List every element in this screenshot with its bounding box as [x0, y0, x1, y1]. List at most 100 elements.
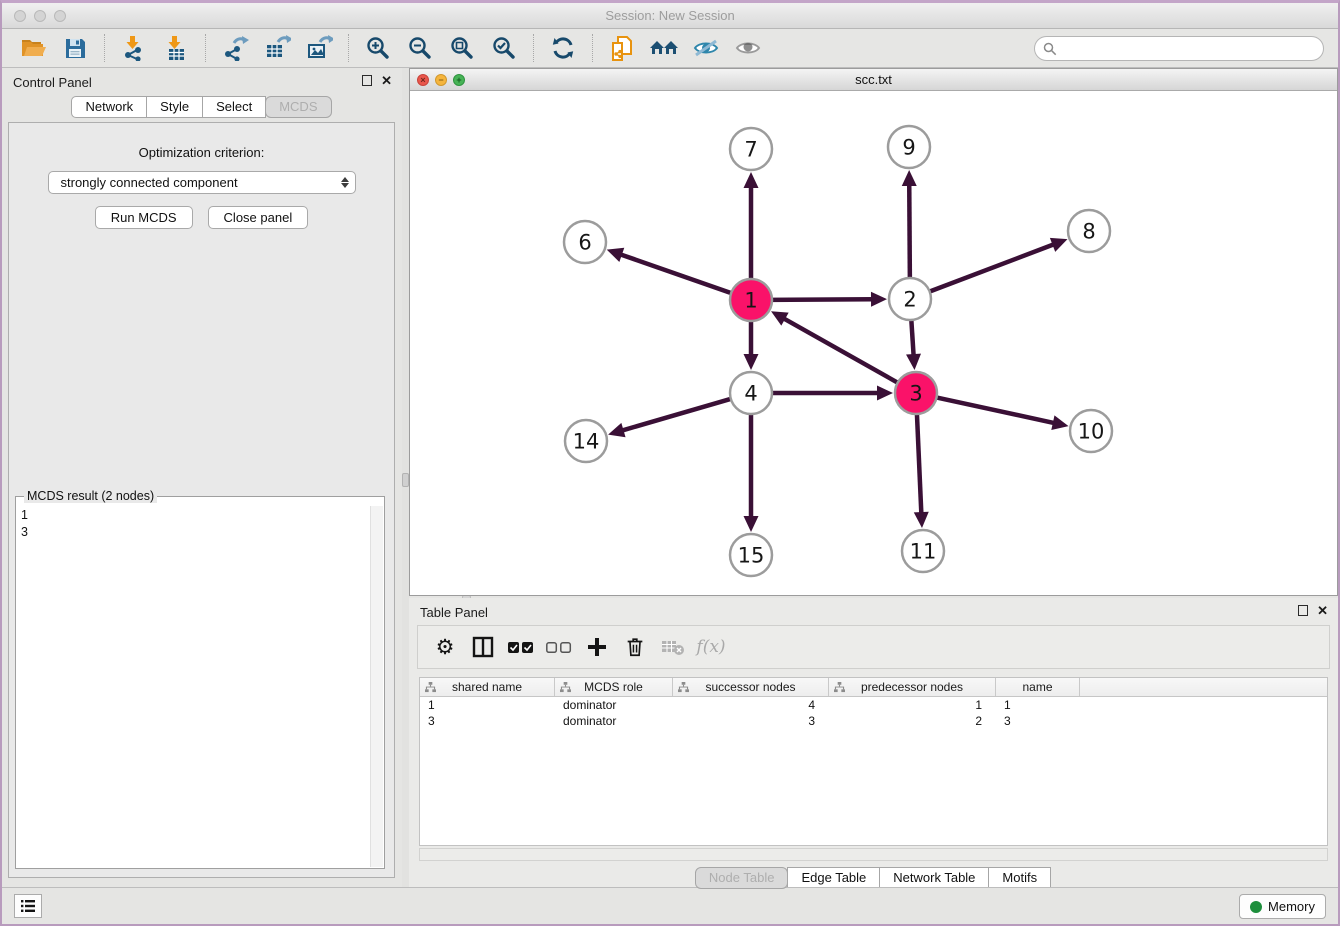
graph-edge-3-1[interactable]: [771, 311, 899, 383]
graph-node-10[interactable]: 10: [1070, 410, 1112, 452]
graph-node-8[interactable]: 8: [1068, 210, 1110, 252]
table-cell[interactable]: 3: [673, 713, 829, 729]
network-canvas[interactable]: 7 9 6 8 1 2 4 3 14 10 15 11: [410, 91, 1337, 595]
float-panel-icon[interactable]: [362, 75, 372, 86]
graph-node-4[interactable]: 4: [730, 372, 772, 414]
refresh-icon[interactable]: [545, 31, 581, 65]
save-session-icon[interactable]: [57, 31, 93, 65]
graph-node-15[interactable]: 15: [730, 534, 772, 576]
graph-edge-2-9[interactable]: [902, 170, 917, 280]
column-header-name[interactable]: name: [996, 678, 1080, 696]
graph-edge-1-6[interactable]: [607, 248, 733, 294]
graph-node-3[interactable]: 3: [895, 372, 937, 414]
vertical-split-grip[interactable]: [402, 473, 409, 487]
add-column-icon[interactable]: [580, 630, 614, 664]
zoom-in-icon[interactable]: [360, 31, 396, 65]
task-history-button[interactable]: [14, 894, 42, 918]
main-toolbar: [2, 29, 1338, 68]
tab-edge-table[interactable]: Edge Table: [787, 867, 880, 889]
window-title: Session: New Session: [2, 8, 1338, 23]
import-table-icon[interactable]: [158, 31, 194, 65]
graph-edge-1-2[interactable]: [770, 292, 887, 307]
graph-edge-2-8[interactable]: [928, 238, 1068, 292]
tab-node-table[interactable]: Node Table: [695, 867, 789, 889]
table-cell[interactable]: 3: [996, 713, 1080, 729]
optimization-criterion-select[interactable]: strongly connected component: [48, 171, 356, 194]
table-cell[interactable]: dominator: [555, 697, 673, 713]
export-table-icon[interactable]: [259, 31, 295, 65]
svg-text:15: 15: [738, 544, 765, 568]
column-header-MCDS-role[interactable]: MCDS role: [555, 678, 673, 696]
export-image-icon[interactable]: [301, 31, 337, 65]
function-builder-icon-disabled: f(x): [694, 630, 728, 664]
graph-edge-4-3[interactable]: [770, 386, 893, 401]
column-header-predecessor-nodes[interactable]: predecessor nodes: [829, 678, 996, 696]
float-panel-icon[interactable]: [1298, 605, 1308, 616]
table-settings-gear-icon[interactable]: ⚙: [428, 630, 462, 664]
table-cell[interactable]: 1: [996, 697, 1080, 713]
table-row[interactable]: 3dominator323: [420, 713, 1327, 729]
tab-network[interactable]: Network: [71, 96, 147, 118]
tab-motifs[interactable]: Motifs: [988, 867, 1051, 889]
tab-network-table[interactable]: Network Table: [879, 867, 989, 889]
svg-text:3: 3: [909, 382, 922, 406]
first-neighbors-icon[interactable]: [646, 31, 682, 65]
deselect-all-icon[interactable]: [542, 630, 576, 664]
mcds-result-list[interactable]: 13: [18, 507, 370, 866]
table-cell[interactable]: 1: [420, 697, 555, 713]
memory-button[interactable]: Memory: [1239, 894, 1326, 919]
graph-edge-2-3[interactable]: [906, 318, 921, 370]
table-cell[interactable]: 4: [673, 697, 829, 713]
run-mcds-button[interactable]: Run MCDS: [95, 206, 193, 229]
result-line: 1: [21, 507, 370, 524]
graph-node-1[interactable]: 1: [730, 279, 772, 321]
zoom-selected-icon[interactable]: [486, 31, 522, 65]
close-panel-icon[interactable]: ✕: [381, 75, 392, 86]
zoom-out-icon[interactable]: [402, 31, 438, 65]
svg-text:2: 2: [903, 288, 916, 312]
select-all-icon[interactable]: [504, 630, 538, 664]
tab-style[interactable]: Style: [146, 96, 203, 118]
search-input[interactable]: [1062, 42, 1315, 56]
delete-column-trash-icon[interactable]: [618, 630, 652, 664]
table-cell[interactable]: 3: [420, 713, 555, 729]
vertical-split-divider[interactable]: [402, 68, 409, 887]
toolbar-separator: [533, 34, 534, 62]
search-box[interactable]: [1034, 36, 1324, 61]
graph-edge-1-7[interactable]: [744, 172, 759, 281]
hide-selected-eye-icon[interactable]: [688, 31, 724, 65]
graph-node-7[interactable]: 7: [730, 128, 772, 170]
column-header-successor-nodes[interactable]: successor nodes: [673, 678, 829, 696]
show-all-eye-icon[interactable]: [730, 31, 766, 65]
graph-node-14[interactable]: 14: [565, 420, 607, 462]
selected-criterion: strongly connected component: [61, 175, 341, 190]
export-network-icon[interactable]: [217, 31, 253, 65]
zoom-fit-icon[interactable]: [444, 31, 480, 65]
graph-edge-1-4[interactable]: [744, 319, 759, 370]
duplicate-network-icon[interactable]: [604, 31, 640, 65]
open-file-icon[interactable]: [15, 31, 51, 65]
tab-select[interactable]: Select: [202, 96, 266, 118]
result-scrollbar[interactable]: [370, 506, 383, 867]
table-cell[interactable]: dominator: [555, 713, 673, 729]
graph-edge-3-10[interactable]: [935, 397, 1069, 430]
close-panel-icon[interactable]: ✕: [1317, 605, 1328, 616]
import-network-icon[interactable]: [116, 31, 152, 65]
tab-mcds[interactable]: MCDS: [265, 96, 331, 118]
show-columns-icon[interactable]: [466, 630, 500, 664]
table-horizontal-scrollbar[interactable]: [419, 848, 1328, 861]
graph-edge-4-14[interactable]: [608, 398, 733, 437]
memory-status-icon: [1250, 901, 1262, 913]
graph-edge-4-15[interactable]: [744, 412, 759, 532]
column-header-shared-name[interactable]: shared name: [420, 678, 555, 696]
graph-node-9[interactable]: 9: [888, 126, 930, 168]
graph-edge-3-11[interactable]: [914, 412, 929, 528]
table-row[interactable]: 1dominator411: [420, 697, 1327, 713]
graph-node-11[interactable]: 11: [902, 530, 944, 572]
table-cell[interactable]: 2: [829, 713, 996, 729]
control-panel: Control Panel ✕ NetworkStyleSelectMCDS O…: [2, 68, 402, 887]
close-panel-button[interactable]: Close panel: [208, 206, 309, 229]
graph-node-6[interactable]: 6: [564, 221, 606, 263]
table-cell[interactable]: 1: [829, 697, 996, 713]
graph-node-2[interactable]: 2: [889, 278, 931, 320]
